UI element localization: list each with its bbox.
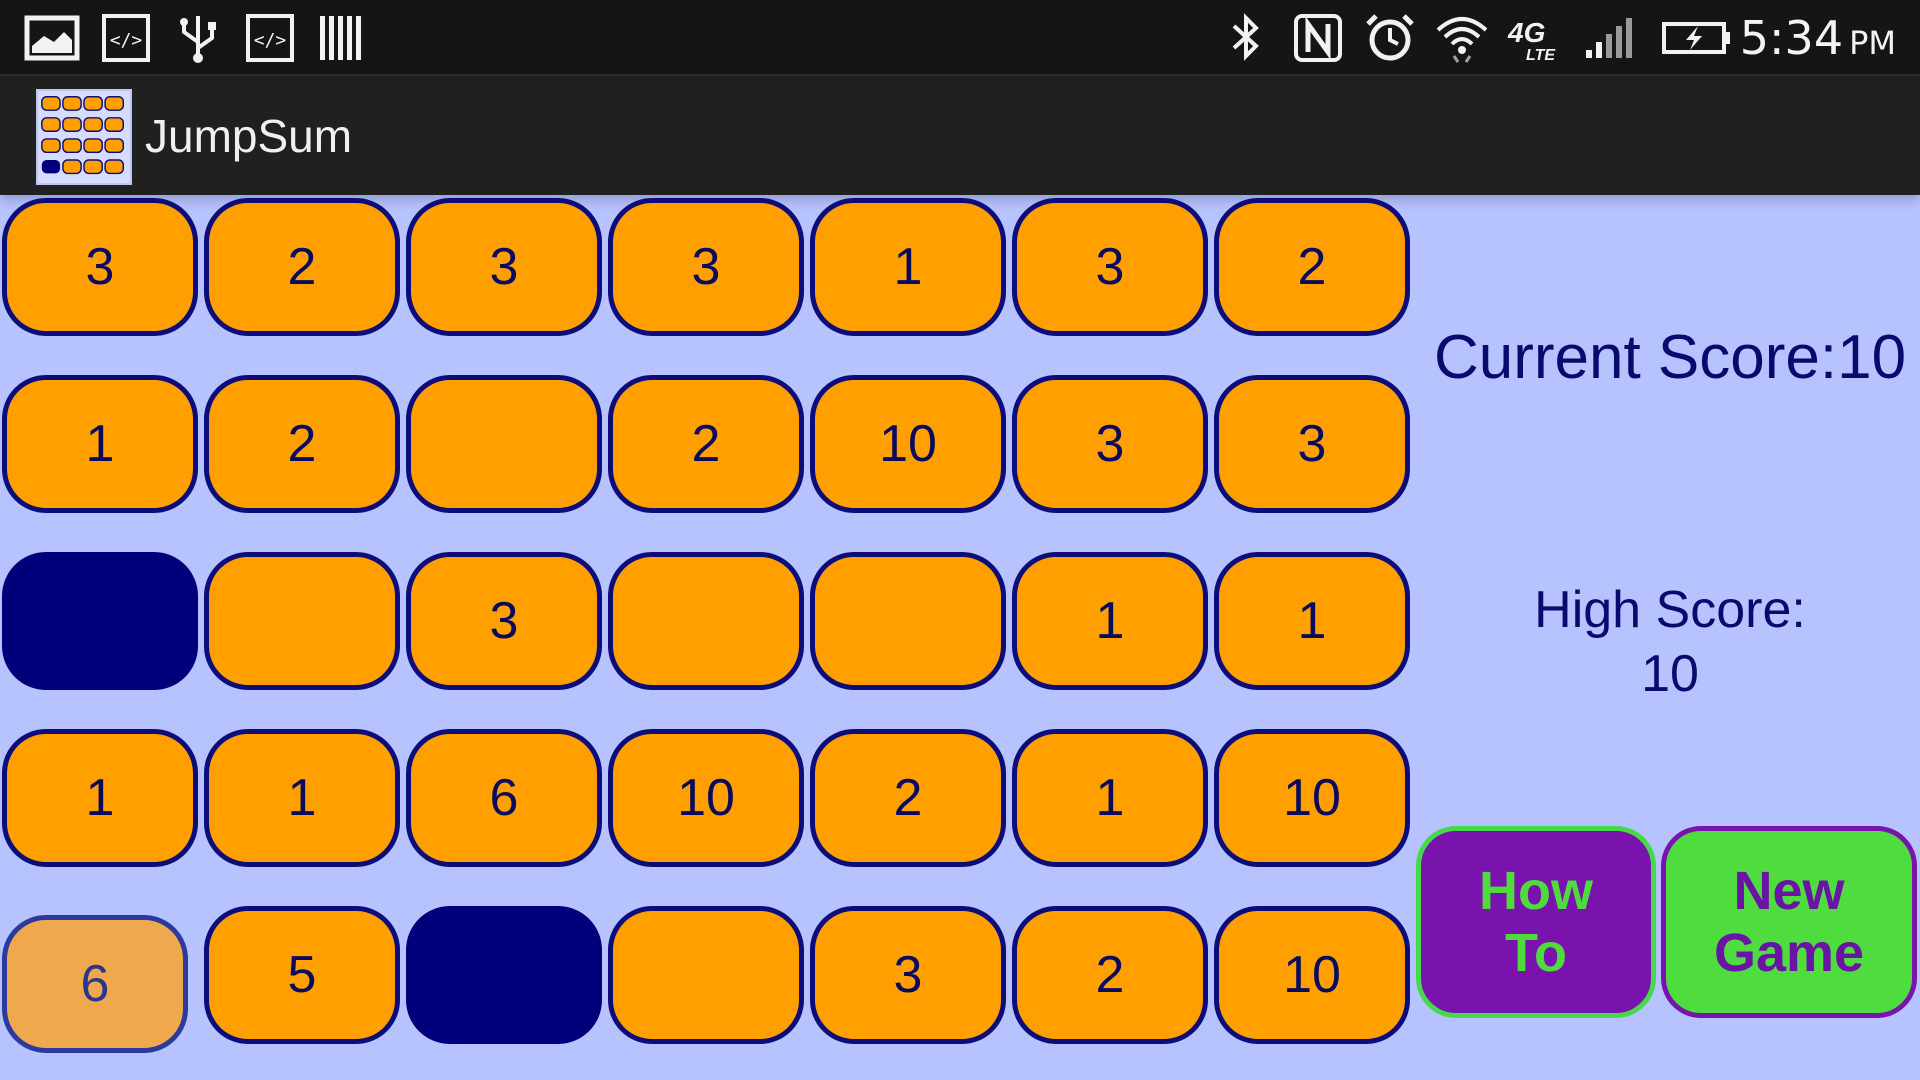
board-tile[interactable]: 3: [1012, 198, 1208, 336]
board-tile[interactable]: 3: [608, 198, 804, 336]
board-tile[interactable]: 3: [810, 906, 1006, 1044]
high-score: High Score: 10: [1420, 578, 1920, 706]
bluetooth-icon: [1218, 12, 1274, 64]
how-to-label-line1: How: [1479, 861, 1593, 921]
status-clock: 5:34 PM: [1740, 10, 1896, 71]
board-tile[interactable]: 10: [1214, 729, 1410, 867]
board-tile[interactable]: 1: [810, 198, 1006, 336]
board-tile[interactable]: 10: [608, 729, 804, 867]
how-to-label-line2: To: [1505, 923, 1567, 983]
board-tile[interactable]: 1: [1012, 552, 1208, 690]
svg-text:</>: </>: [254, 30, 287, 51]
high-score-value: 10: [1641, 645, 1699, 703]
current-score-value: 10: [1837, 323, 1907, 392]
high-score-label: High Score:: [1534, 581, 1806, 639]
new-game-label-line2: Game: [1713, 923, 1865, 983]
barcode-icon: [314, 12, 370, 64]
board-tile[interactable]: 6: [406, 729, 602, 867]
clock-time: 5:34: [1739, 11, 1844, 65]
usb-icon: [170, 12, 226, 64]
developer-code-icon: </>: [242, 12, 298, 64]
board-tile[interactable]: [608, 906, 804, 1044]
board-tile[interactable]: 2: [1214, 198, 1410, 336]
board-tile[interactable]: 3: [1012, 375, 1208, 513]
board-tile[interactable]: 3: [406, 198, 602, 336]
4g-lte-icon: 4G LTE: [1506, 12, 1562, 64]
wifi-icon: [1434, 12, 1490, 64]
battery-charging-icon: [1660, 12, 1734, 64]
board-tile[interactable]: 2: [204, 375, 400, 513]
gallery-icon: [24, 12, 80, 64]
svg-text:</>: </>: [110, 30, 143, 51]
action-bar: JumpSum: [0, 76, 1920, 195]
clock-ampm: PM: [1849, 24, 1896, 62]
board-tile[interactable]: 2: [810, 729, 1006, 867]
board-tile[interactable]: 10: [1214, 906, 1410, 1044]
new-game-button[interactable]: New Game: [1661, 826, 1917, 1018]
board-tile[interactable]: 3: [2, 198, 198, 336]
status-bar: </> </> 4G LTE 5:34 PM: [0, 0, 1920, 76]
board-tile[interactable]: 1: [2, 729, 198, 867]
board-hole[interactable]: [406, 906, 602, 1044]
developer-code-icon: </>: [98, 12, 154, 64]
board-tile[interactable]: 2: [608, 375, 804, 513]
new-game-label-line1: New: [1733, 861, 1845, 921]
current-score-label: Current Score:: [1433, 323, 1838, 392]
board-hole[interactable]: [2, 552, 198, 690]
board-tile[interactable]: 3: [406, 552, 602, 690]
board-tile[interactable]: [204, 552, 400, 690]
board-tile[interactable]: 2: [204, 198, 400, 336]
screen: </> </> 4G LTE 5:34 PM JumpSum 3 2 3 3 1…: [0, 0, 1920, 1080]
board-tile[interactable]: [608, 552, 804, 690]
game-board: 3 2 3 3 1 3 2 1 2 2 10 3 3 3 1 1 1 1 6 1…: [0, 195, 1415, 1080]
svg-text:4G: 4G: [1507, 17, 1545, 48]
app-title: JumpSum: [145, 110, 353, 162]
board-tile[interactable]: 2: [1012, 906, 1208, 1044]
board-tile[interactable]: [406, 375, 602, 513]
board-tile[interactable]: 1: [204, 729, 400, 867]
board-tile[interactable]: 1: [1012, 729, 1208, 867]
alarm-icon: [1362, 12, 1418, 64]
nfc-icon: [1290, 12, 1346, 64]
board-tile[interactable]: [810, 552, 1006, 690]
board-tile[interactable]: 5: [204, 906, 400, 1044]
how-to-button[interactable]: How To: [1416, 826, 1656, 1018]
svg-text:LTE: LTE: [1526, 47, 1556, 64]
board-tile[interactable]: 1: [2, 375, 198, 513]
board-tile[interactable]: 3: [1214, 375, 1410, 513]
board-tile-selected[interactable]: 6: [2, 915, 188, 1053]
app-board-icon[interactable]: [36, 89, 132, 185]
current-score: Current Score:10: [1420, 320, 1920, 396]
board-tile[interactable]: 10: [810, 375, 1006, 513]
board-tile[interactable]: 1: [1214, 552, 1410, 690]
signal-icon: [1580, 12, 1636, 64]
